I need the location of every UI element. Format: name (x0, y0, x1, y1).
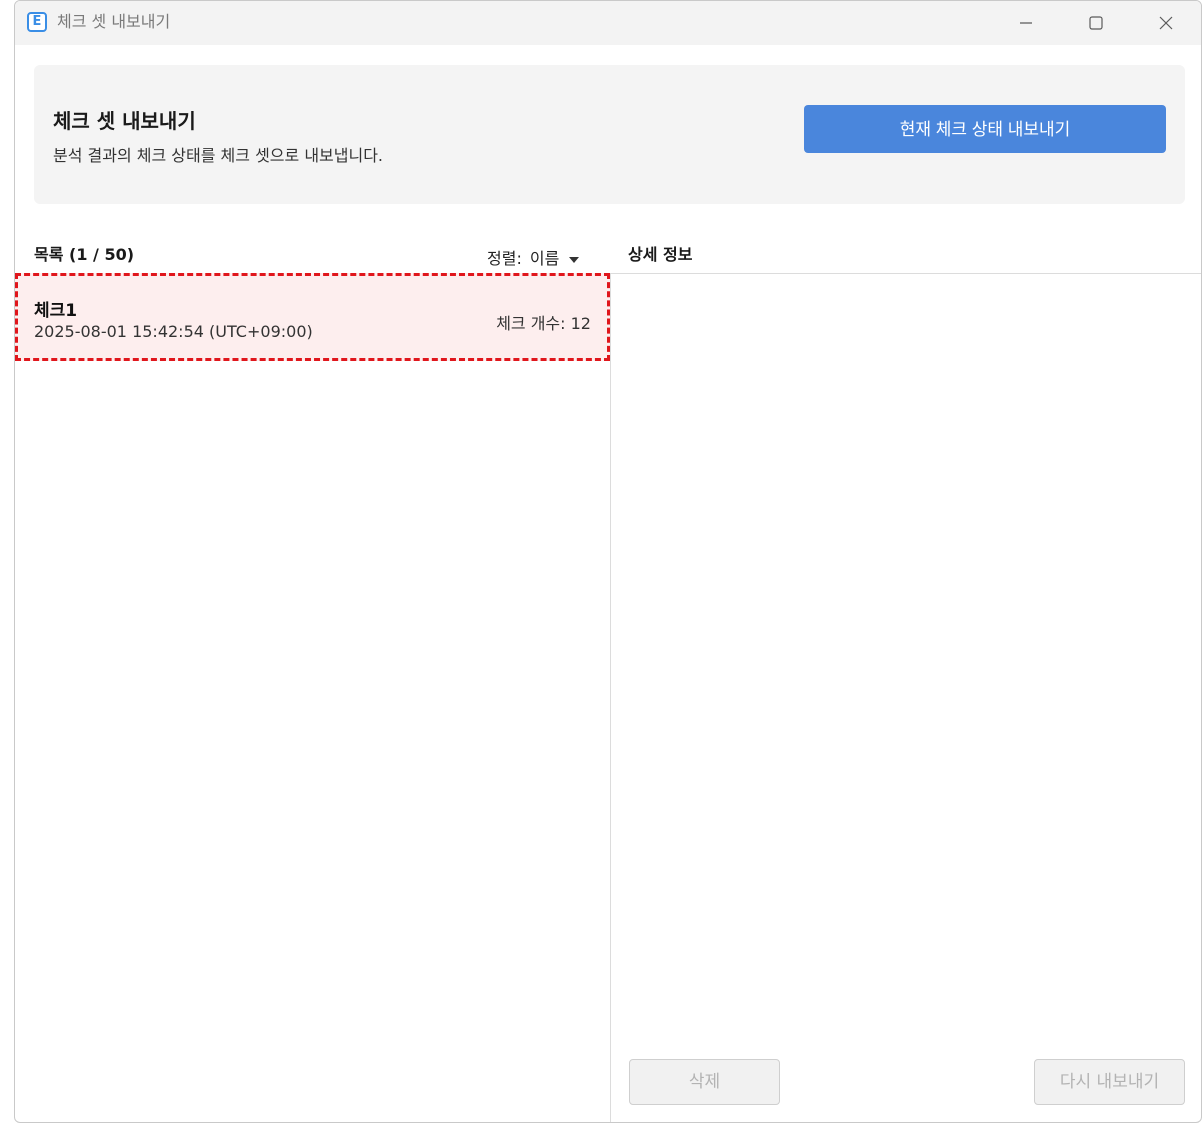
sort-label: 정렬: (487, 249, 522, 268)
sort-value: 이름 (529, 249, 560, 268)
check-set-timestamp: 2025-08-01 15:42:54 (UTC+09:00) (34, 322, 313, 341)
window-title: 체크 셋 내보내기 (57, 12, 171, 31)
delete-button[interactable]: 삭제 (629, 1059, 780, 1105)
app-logo-icon: E (27, 12, 47, 32)
export-check-set-window: E 체크 셋 내보내기 체크 셋 내보내기 분석 결과의 체크 상태를 체크 셋… (14, 0, 1202, 1123)
check-set-count: 체크 개수: 12 (496, 314, 591, 333)
export-current-state-button[interactable]: 현재 체크 상태 내보내기 (804, 105, 1166, 153)
page-description: 분석 결과의 체크 상태를 체크 셋으로 내보냅니다. (53, 146, 384, 165)
chevron-down-icon (569, 256, 580, 263)
header-card: 체크 셋 내보내기 분석 결과의 체크 상태를 체크 셋으로 내보냅니다. 현재… (34, 65, 1185, 204)
reexport-button[interactable]: 다시 내보내기 (1034, 1059, 1185, 1105)
title-bar: E 체크 셋 내보내기 (15, 1, 1201, 45)
maximize-button[interactable] (1061, 1, 1131, 45)
detail-divider (610, 273, 1201, 274)
list-header: 목록 (1 / 50) (34, 245, 135, 264)
close-button[interactable] (1131, 1, 1201, 45)
pane-divider (610, 273, 611, 1122)
maximize-icon (1089, 16, 1103, 30)
list-item[interactable]: 체크1 2025-08-01 15:42:54 (UTC+09:00) 체크 개… (15, 273, 610, 361)
check-set-name: 체크1 (34, 301, 78, 321)
detail-header: 상세 정보 (628, 245, 693, 264)
sort-dropdown[interactable]: 정렬: 이름 (487, 245, 580, 269)
close-icon (1159, 16, 1173, 30)
minimize-button[interactable] (991, 1, 1061, 45)
page-title: 체크 셋 내보내기 (53, 109, 196, 133)
minimize-icon (1020, 22, 1032, 24)
